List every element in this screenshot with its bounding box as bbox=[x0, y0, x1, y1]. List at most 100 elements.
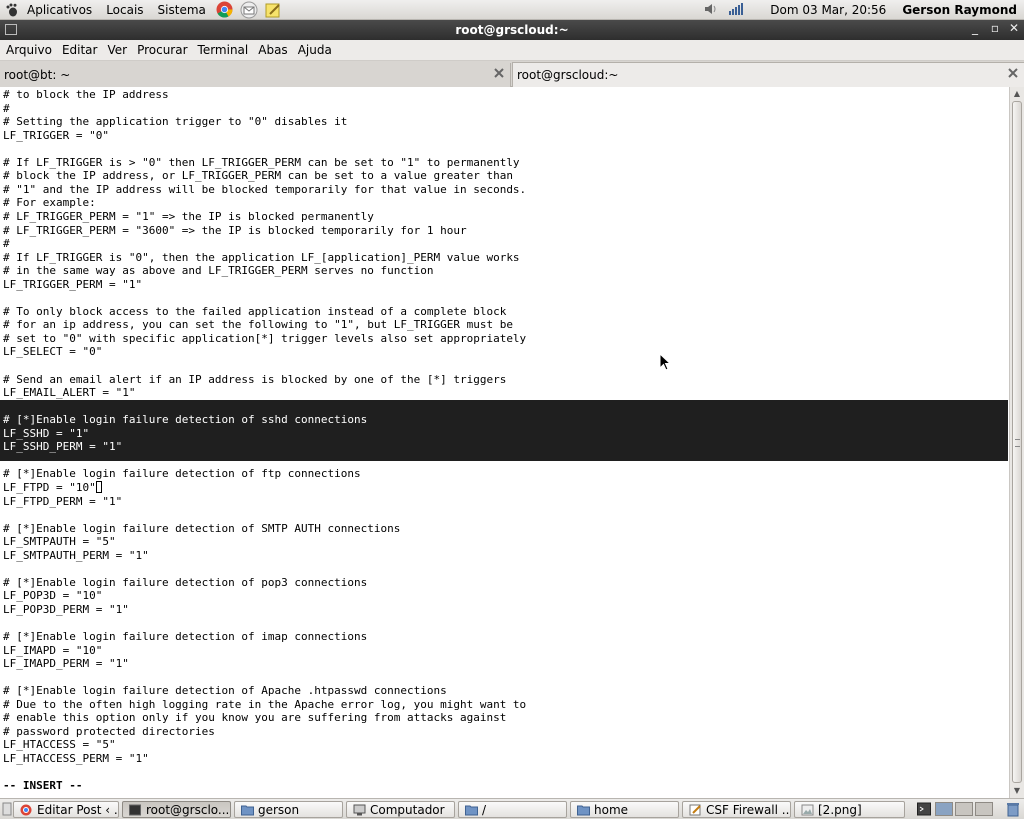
taskbar: Editar Post ‹ ... root@grsclo... gerson … bbox=[0, 798, 1024, 819]
menu-abas[interactable]: Abas bbox=[253, 43, 292, 57]
task-label: root@grsclo... bbox=[146, 802, 230, 817]
menubar: Arquivo Editar Ver Procurar Terminal Aba… bbox=[0, 40, 1024, 61]
terminal-line: LF_SSHD_PERM = "1" bbox=[0, 440, 1008, 454]
terminal-line: # bbox=[3, 237, 10, 251]
chrome-icon bbox=[20, 804, 33, 816]
terminal-line: # [*]Enable login failure detection of A… bbox=[3, 684, 447, 698]
task-label: [2.png] bbox=[818, 802, 862, 817]
tab-bar: root@bt: ~ root@grscloud:~ bbox=[0, 61, 1024, 88]
minimize-button[interactable]: _ bbox=[967, 21, 983, 35]
task-terminal[interactable]: root@grsclo... bbox=[122, 801, 231, 818]
task-home[interactable]: home bbox=[570, 801, 679, 818]
tab-label: root@grscloud:~ bbox=[517, 68, 619, 82]
terminal-line: # Setting the application trigger to "0"… bbox=[3, 115, 348, 129]
terminal-line: # [*]Enable login failure detection of S… bbox=[3, 521, 401, 535]
terminal-line: # LF_TRIGGER_PERM = "1" => the IP is blo… bbox=[3, 209, 374, 223]
trash-icon[interactable] bbox=[1005, 801, 1021, 820]
terminal-tray-icon[interactable] bbox=[917, 802, 931, 819]
terminal-icon bbox=[129, 804, 142, 816]
terminal-line: # [*]Enable login failure detection of f… bbox=[3, 467, 361, 481]
folder-icon bbox=[465, 804, 478, 816]
terminal-line: LF_SELECT = "0" bbox=[3, 345, 103, 359]
editor-icon bbox=[689, 804, 702, 816]
terminal-line: LF_TRIGGER = "0" bbox=[3, 128, 109, 142]
task-root-folder[interactable]: / bbox=[458, 801, 567, 818]
folder-icon bbox=[577, 804, 590, 816]
terminal-line: LF_SSHD = "1" bbox=[0, 426, 1008, 441]
gnome-foot-icon bbox=[5, 3, 19, 17]
terminal-line: # enable this option only if you know yo… bbox=[3, 711, 507, 725]
vim-status-line: -- INSERT -- bbox=[3, 779, 83, 793]
maximize-button[interactable]: ▫ bbox=[987, 21, 1003, 35]
terminal-line bbox=[0, 399, 1008, 414]
close-window-button[interactable]: ✕ bbox=[1006, 21, 1022, 35]
system-tray: Dom 03 Mar, 20:56 Gerson Raymond bbox=[704, 0, 1024, 20]
terminal-line: # for an ip address, you can set the fol… bbox=[3, 318, 513, 332]
terminal-line: LF_FTPD_PERM = "1" bbox=[3, 494, 123, 508]
task-computador[interactable]: Computador bbox=[346, 801, 455, 818]
notes-icon[interactable] bbox=[264, 1, 282, 19]
terminal-line: LF_IMAPD = "10" bbox=[3, 643, 103, 657]
folder-icon bbox=[241, 804, 254, 816]
menu-procurar[interactable]: Procurar bbox=[132, 43, 192, 57]
workspace-1[interactable] bbox=[935, 802, 953, 816]
terminal-line: LF_SMTPAUTH = "5" bbox=[3, 535, 116, 549]
task-editar-post[interactable]: Editar Post ‹ ... bbox=[13, 801, 119, 818]
task-2-png[interactable]: [2.png] bbox=[794, 801, 905, 818]
menu-arquivo[interactable]: Arquivo bbox=[1, 43, 57, 57]
terminal-line: # If LF_TRIGGER is > "0" then LF_TRIGGER… bbox=[3, 155, 520, 169]
terminal-output[interactable]: # to block the IP address # # Setting the … bbox=[0, 87, 1009, 798]
tab-root-grscloud[interactable]: root@grscloud:~ bbox=[512, 62, 1024, 88]
terminal-line: # bbox=[3, 101, 10, 115]
tab-root-bt[interactable]: root@bt: ~ bbox=[0, 63, 511, 87]
selection-highlight bbox=[0, 453, 1008, 461]
show-desktop-icon[interactable] bbox=[2, 802, 12, 819]
menu-sistema[interactable]: Sistema bbox=[151, 3, 213, 17]
top-panel: Aplicativos Locais Sistema Dom 03 Mar, 2… bbox=[0, 0, 1024, 20]
panel-user-name[interactable]: Gerson Raymond bbox=[902, 3, 1017, 17]
task-label: CSF Firewall ... bbox=[706, 802, 791, 817]
network-signal-icon[interactable] bbox=[728, 2, 744, 19]
close-tab-icon[interactable] bbox=[1006, 66, 1020, 80]
task-gerson[interactable]: gerson bbox=[234, 801, 343, 818]
terminal-line: # LF_TRIGGER_PERM = "3600" => the IP is … bbox=[3, 223, 467, 237]
terminal-line: LF_FTPD = "10" bbox=[0, 480, 1008, 495]
menu-aplicativos[interactable]: Aplicativos bbox=[20, 3, 99, 17]
menu-ajuda[interactable]: Ajuda bbox=[293, 43, 337, 57]
menu-locais[interactable]: Locais bbox=[99, 3, 150, 17]
menu-terminal[interactable]: Terminal bbox=[193, 43, 254, 57]
window-titlebar[interactable]: root@grscloud:~ _ ▫ ✕ bbox=[0, 20, 1024, 40]
task-label: Editar Post ‹ ... bbox=[37, 802, 119, 817]
terminal-scrollbar[interactable]: ▲ ▼ bbox=[1009, 87, 1024, 798]
menu-editar[interactable]: Editar bbox=[57, 43, 103, 57]
task-label: / bbox=[482, 802, 487, 817]
workspace-3[interactable] bbox=[975, 802, 993, 816]
workspace-2[interactable] bbox=[955, 802, 973, 816]
terminal-line: # [*]Enable login failure detection of i… bbox=[3, 630, 368, 643]
terminal-line: LF_TRIGGER_PERM = "1" bbox=[3, 277, 143, 291]
chrome-icon[interactable] bbox=[216, 1, 234, 19]
scroll-up-icon[interactable]: ▲ bbox=[1012, 89, 1022, 99]
scroll-down-icon[interactable]: ▼ bbox=[1012, 786, 1022, 796]
volume-icon[interactable] bbox=[704, 2, 718, 19]
terminal-line: # to block the IP address bbox=[3, 88, 169, 101]
terminal-line: # block the IP address, or LF_TRIGGER_PE… bbox=[3, 169, 513, 183]
terminal-line: # in the same way as above and LF_TRIGGE… bbox=[3, 264, 434, 278]
scrollbar-thumb[interactable] bbox=[1012, 101, 1022, 783]
task-label: gerson bbox=[258, 802, 300, 817]
terminal-line: LF_POP3D_PERM = "1" bbox=[3, 602, 129, 616]
panel-clock[interactable]: Dom 03 Mar, 20:56 bbox=[770, 3, 886, 17]
task-csf-firewall[interactable]: CSF Firewall ... bbox=[682, 801, 791, 818]
close-tab-icon[interactable] bbox=[492, 66, 506, 80]
task-label: Computador bbox=[370, 802, 445, 817]
menu-ver[interactable]: Ver bbox=[102, 43, 132, 57]
terminal-line: LF_EMAIL_ALERT = "1" bbox=[3, 386, 136, 400]
terminal-line: # Send an email alert if an IP address i… bbox=[3, 372, 507, 386]
mail-icon[interactable] bbox=[240, 1, 258, 19]
terminal-line: # To only block access to the failed app… bbox=[3, 304, 507, 318]
